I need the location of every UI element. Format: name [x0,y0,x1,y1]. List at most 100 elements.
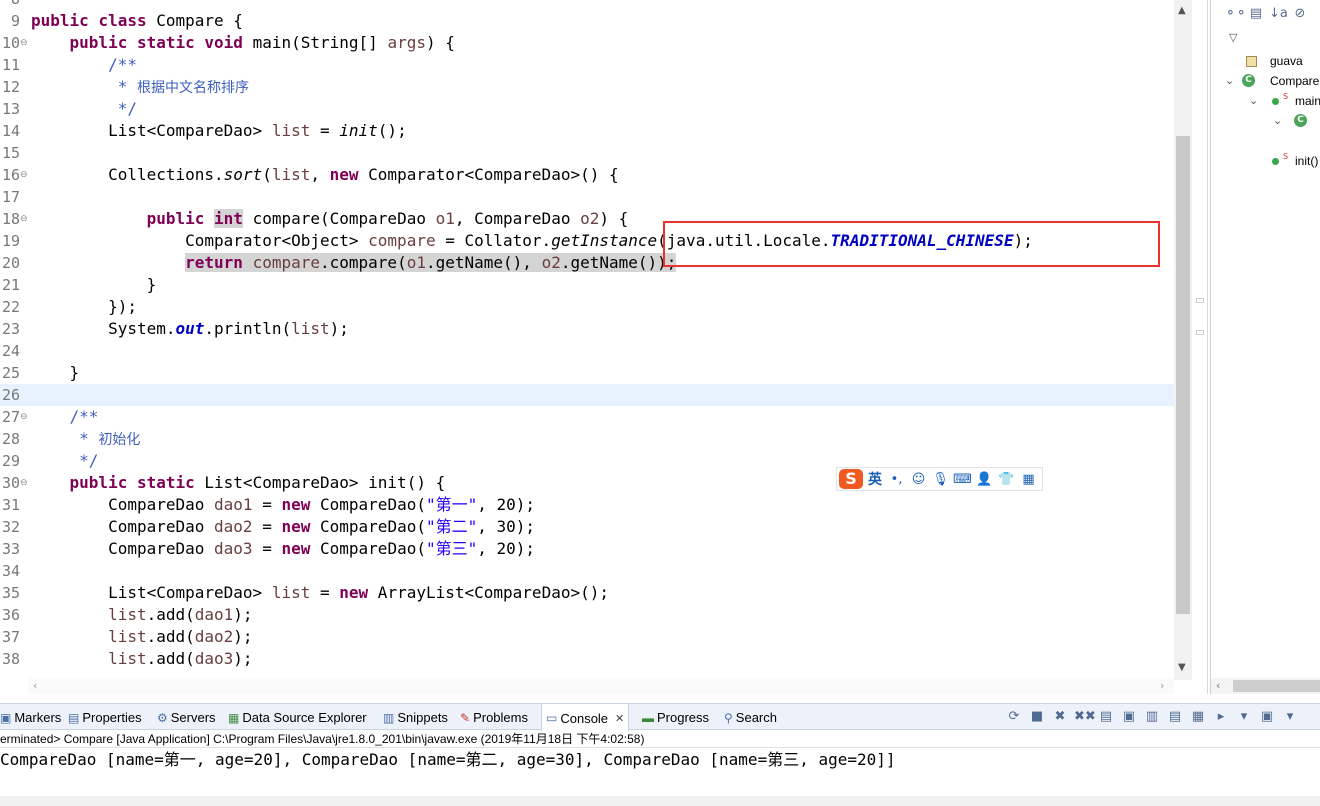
remove-launch-icon[interactable]: ✖ [1051,707,1069,727]
code-line[interactable]: 21 } [0,274,1174,296]
scrollbar-thumb[interactable] [1233,680,1320,692]
open-console-icon[interactable]: ▸ [1212,707,1230,727]
code-text[interactable]: CompareDao dao2 = new CompareDao("第二", 3… [31,516,535,538]
word-wrap-icon[interactable]: ▥ [1143,707,1161,727]
overview-ruler[interactable] [1192,0,1208,694]
outline-item-class[interactable]: Compare [1270,74,1319,88]
code-line[interactable]: 38 list.add(dao3); [0,648,1174,670]
code-line[interactable]: 25 } [0,362,1174,384]
code-line[interactable]: 32 CompareDao dao2 = new CompareDao("第二"… [0,516,1174,538]
view-menu-chevron-icon[interactable]: ▽ [1229,31,1237,44]
tab-search[interactable]: ⚲ Search [724,704,777,731]
code-line[interactable]: 24 [0,340,1174,362]
remove-all-terminated-icon[interactable]: ✖✖ [1074,707,1096,727]
clear-console-icon[interactable]: ▤ [1097,707,1115,727]
view-menu-icon[interactable]: ▾ [1281,707,1299,727]
code-text[interactable]: public int compare(CompareDao o1, Compar… [31,208,628,230]
code-line[interactable]: 16 ⊖ Collections.sort(list, new Comparato… [0,164,1174,186]
expand-chevron-icon[interactable]: ⌄ [1225,74,1234,87]
code-line[interactable]: 15 [0,142,1174,164]
code-line[interactable]: 8 [0,0,1174,10]
code-text[interactable]: /** [31,54,137,76]
code-line[interactable]: 22 }); [0,296,1174,318]
scroll-up-arrow-icon[interactable]: ▲ [1178,5,1186,16]
scroll-down-arrow-icon[interactable]: ▼ [1178,662,1186,673]
code-text[interactable]: Collections.sort(list, new Comparator<Co… [31,164,619,186]
code-line[interactable]: 11 /** [0,54,1174,76]
tab-data-source-explorer[interactable]: ▦ Data Source Explorer [228,704,367,731]
tab-markers[interactable]: ▣ Markers [0,704,61,731]
outline-item-package[interactable]: guava [1270,54,1303,68]
close-icon[interactable]: ✕ [615,712,624,725]
expand-chevron-icon[interactable]: ⌄ [1249,94,1258,107]
emoji-icon[interactable]: ☺ [909,472,928,487]
hide-fields-icon[interactable]: ⚬⚬ [1225,6,1247,26]
terminate-icon[interactable]: ■ [1028,707,1046,727]
code-text[interactable]: System.out.println(list); [31,318,349,340]
code-line[interactable]: 33 CompareDao dao3 = new CompareDao("第三"… [0,538,1174,560]
tab-problems[interactable]: ✎ Problems [460,704,528,731]
code-line[interactable]: 26 [0,384,1174,406]
code-line[interactable]: 28 * 初始化 [0,428,1174,450]
code-line[interactable]: 23 System.out.println(list); [0,318,1174,340]
code-line[interactable]: 14 List<CompareDao> list = init(); [0,120,1174,142]
fold-toggle-icon[interactable]: ⊖ [20,413,28,422]
outline-horizontal-scrollbar[interactable]: ‹ [1211,678,1320,694]
code-text[interactable]: }); [31,296,137,318]
ruler-marker[interactable] [1196,298,1204,303]
code-line[interactable]: 9 public class Compare { [0,10,1174,32]
tab-servers[interactable]: ⚙ Servers [157,704,216,731]
ime-language-toggle[interactable]: 英 [866,469,884,489]
code-text[interactable]: /** [31,406,99,428]
code-text[interactable]: return compare.compare(o1.getName(), o2.… [31,252,677,274]
editor-horizontal-scrollbar[interactable]: ‹ › [28,678,1174,694]
code-text[interactable]: list.add(dao1); [31,604,253,626]
code-text[interactable]: List<CompareDao> list = new ArrayList<Co… [31,582,609,604]
fold-toggle-icon[interactable]: ⊖ [20,479,28,488]
sogou-logo-icon[interactable]: S [839,469,863,489]
collapse-all-icon[interactable]: ▤ [1247,6,1265,26]
pin-icon[interactable]: ⟳ [1005,707,1023,727]
skin-icon[interactable]: 👕 [997,472,1016,487]
code-line[interactable]: 17 [0,186,1174,208]
code-line[interactable]: 37 list.add(dao2); [0,626,1174,648]
code-text[interactable]: */ [31,98,137,120]
toolbox-icon[interactable]: ▦ [1019,472,1038,487]
scroll-right-arrow-icon[interactable]: › [1160,679,1164,692]
code-line[interactable]: 35 List<CompareDao> list = new ArrayList… [0,582,1174,604]
code-text[interactable]: public class Compare { [31,10,243,32]
editor-vertical-scrollbar[interactable]: ▲ ▼ [1174,0,1192,680]
show-on-stdout-icon[interactable]: ▤ [1166,707,1184,727]
code-text[interactable]: * 根据中文名称排序 [31,76,249,99]
console-output[interactable]: CompareDao [name=第一, age=20], CompareDao… [0,749,1320,773]
code-line[interactable]: 34 [0,560,1174,582]
code-line[interactable]: 31 CompareDao dao1 = new CompareDao("第一"… [0,494,1174,516]
keyboard-icon[interactable]: ⌨ [953,472,972,487]
code-text[interactable]: list.add(dao2); [31,626,253,648]
ruler-marker[interactable] [1196,330,1204,335]
tab-console[interactable]: ▭ Console ✕ [541,704,630,732]
show-on-stderr-icon[interactable]: ▦ [1189,707,1207,727]
scroll-left-arrow-icon[interactable]: ‹ [1216,679,1220,692]
code-text[interactable]: CompareDao dao1 = new CompareDao("第一", 2… [31,494,535,516]
code-text[interactable]: list.add(dao3); [31,648,253,670]
code-text[interactable]: public static void main(String[] args) { [31,32,455,54]
code-text[interactable]: public static List<CompareDao> init() { [31,472,446,494]
code-line[interactable]: 10 ⊖ public static void main(String[] arg… [0,32,1174,54]
ime-toolbar[interactable]: S 英 •, ☺ 🎙 ⌨ 👤 👕 ▦ [836,467,1043,491]
code-line[interactable]: 12 * 根据中文名称排序 [0,76,1174,98]
scroll-left-arrow-icon[interactable]: ‹ [33,679,37,692]
user-icon[interactable]: 👤 [975,472,994,487]
code-text[interactable]: * 初始化 [31,428,140,451]
code-text[interactable]: */ [31,450,98,472]
code-text[interactable]: } [31,274,157,296]
anonymous-class-icon[interactable]: C [1294,114,1307,127]
expand-chevron-icon[interactable]: ⌄ [1273,114,1282,127]
code-line[interactable]: 13 */ [0,98,1174,120]
fold-toggle-icon[interactable]: ⊖ [20,171,28,180]
code-text[interactable]: } [31,362,80,384]
punctuation-icon[interactable]: •, [887,472,906,487]
open-console-dropdown-icon[interactable]: ▾ [1235,707,1253,727]
scrollbar-thumb[interactable] [1176,136,1190,614]
hide-non-public-icon[interactable]: ⊘ [1291,6,1309,26]
